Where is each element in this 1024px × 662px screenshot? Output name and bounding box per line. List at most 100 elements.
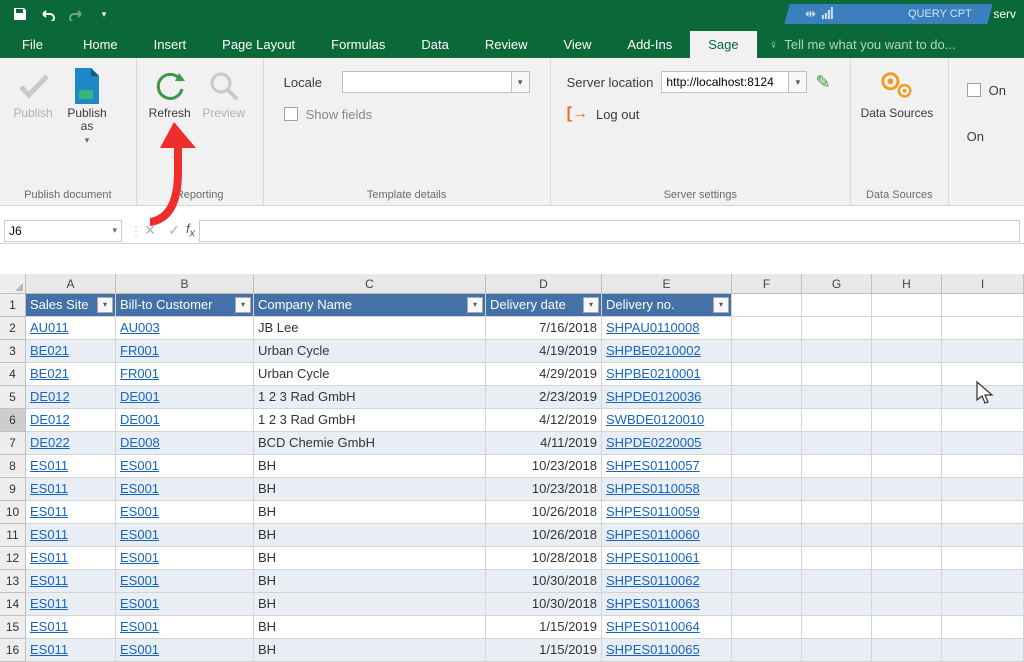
sales-site-cell[interactable]: ES011 bbox=[26, 593, 116, 616]
sales-site-cell[interactable]: AU011 bbox=[26, 317, 116, 340]
delivery-date-cell[interactable]: 1/15/2019 bbox=[486, 639, 602, 662]
empty-cell[interactable] bbox=[732, 639, 802, 662]
name-box-dropdown-icon[interactable]: ▾ bbox=[112, 225, 117, 236]
col-header-g[interactable]: G bbox=[802, 274, 872, 293]
col-header-e[interactable]: E bbox=[602, 274, 732, 293]
delivery-no-cell[interactable]: SHPES0110057 bbox=[602, 455, 732, 478]
delivery-no-cell[interactable]: SWBDE0120010 bbox=[602, 409, 732, 432]
delivery-date-cell[interactable]: 10/23/2018 bbox=[486, 478, 602, 501]
sales-site-cell[interactable]: ES011 bbox=[26, 478, 116, 501]
empty-cell[interactable] bbox=[872, 547, 942, 570]
bill-to-customer-cell[interactable]: ES001 bbox=[116, 501, 254, 524]
delivery-date-cell[interactable]: 2/23/2019 bbox=[486, 386, 602, 409]
delivery-no-cell[interactable]: SHPES0110058 bbox=[602, 478, 732, 501]
table-header-c[interactable]: Company Name▾ bbox=[254, 294, 486, 317]
empty-cell[interactable] bbox=[802, 639, 872, 662]
empty-cell[interactable] bbox=[942, 570, 1024, 593]
empty-cell[interactable] bbox=[872, 478, 942, 501]
tab-data[interactable]: Data bbox=[403, 31, 466, 58]
empty-cell[interactable] bbox=[732, 616, 802, 639]
empty-cell[interactable] bbox=[942, 593, 1024, 616]
tell-me[interactable]: ♀ Tell me what you want to do... bbox=[757, 31, 968, 58]
col-header-f[interactable]: F bbox=[732, 274, 802, 293]
bill-to-customer-cell[interactable]: ES001 bbox=[116, 478, 254, 501]
sales-site-cell[interactable]: BE021 bbox=[26, 340, 116, 363]
row-header[interactable]: 2 bbox=[0, 317, 26, 340]
bill-to-customer-cell[interactable]: FR001 bbox=[116, 340, 254, 363]
company-name-cell[interactable]: 1 2 3 Rad GmbH bbox=[254, 409, 486, 432]
delivery-no-cell[interactable]: SHPAU0110008 bbox=[602, 317, 732, 340]
locale-dropdown-icon[interactable]: ▾ bbox=[512, 71, 530, 93]
delivery-date-cell[interactable]: 10/26/2018 bbox=[486, 524, 602, 547]
sales-site-cell[interactable]: ES011 bbox=[26, 570, 116, 593]
tab-insert[interactable]: Insert bbox=[136, 31, 205, 58]
sales-site-cell[interactable]: BE021 bbox=[26, 363, 116, 386]
empty-cell[interactable] bbox=[802, 478, 872, 501]
empty-cell[interactable] bbox=[942, 294, 1024, 317]
empty-cell[interactable] bbox=[802, 386, 872, 409]
bill-to-customer-cell[interactable]: FR001 bbox=[116, 363, 254, 386]
empty-cell[interactable] bbox=[872, 616, 942, 639]
col-header-a[interactable]: A bbox=[26, 274, 116, 293]
refresh-button[interactable]: Refresh bbox=[143, 62, 197, 124]
empty-cell[interactable] bbox=[802, 317, 872, 340]
empty-cell[interactable] bbox=[732, 478, 802, 501]
data-sources-button[interactable]: Data Sources bbox=[857, 62, 937, 124]
delivery-date-cell[interactable]: 4/12/2019 bbox=[486, 409, 602, 432]
empty-cell[interactable] bbox=[942, 386, 1024, 409]
delivery-date-cell[interactable]: 7/16/2018 bbox=[486, 317, 602, 340]
empty-cell[interactable] bbox=[732, 524, 802, 547]
empty-cell[interactable] bbox=[872, 317, 942, 340]
empty-cell[interactable] bbox=[802, 363, 872, 386]
tab-review[interactable]: Review bbox=[467, 31, 546, 58]
company-name-cell[interactable]: JB Lee bbox=[254, 317, 486, 340]
delivery-no-cell[interactable]: SHPES0110064 bbox=[602, 616, 732, 639]
company-name-cell[interactable]: BH bbox=[254, 639, 486, 662]
fx-icon[interactable]: fx bbox=[186, 221, 195, 240]
company-name-cell[interactable]: BH bbox=[254, 501, 486, 524]
empty-cell[interactable] bbox=[732, 432, 802, 455]
empty-cell[interactable] bbox=[942, 432, 1024, 455]
empty-cell[interactable] bbox=[732, 340, 802, 363]
tab-pagelayout[interactable]: Page Layout bbox=[204, 31, 313, 58]
empty-cell[interactable] bbox=[732, 409, 802, 432]
undo-icon[interactable] bbox=[36, 2, 60, 26]
bill-to-customer-cell[interactable]: DE001 bbox=[116, 409, 254, 432]
empty-cell[interactable] bbox=[872, 432, 942, 455]
row-header[interactable]: 6 bbox=[0, 409, 26, 432]
sales-site-cell[interactable]: ES011 bbox=[26, 501, 116, 524]
empty-cell[interactable] bbox=[872, 455, 942, 478]
empty-cell[interactable] bbox=[732, 363, 802, 386]
empty-cell[interactable] bbox=[942, 340, 1024, 363]
empty-cell[interactable] bbox=[802, 455, 872, 478]
delivery-no-cell[interactable]: SHPES0110063 bbox=[602, 593, 732, 616]
company-name-cell[interactable]: BH bbox=[254, 616, 486, 639]
col-header-b[interactable]: B bbox=[116, 274, 254, 293]
empty-cell[interactable] bbox=[802, 547, 872, 570]
empty-cell[interactable] bbox=[802, 501, 872, 524]
row-header[interactable]: 13 bbox=[0, 570, 26, 593]
delivery-no-cell[interactable]: SHPDE0220005 bbox=[602, 432, 732, 455]
delivery-no-cell[interactable]: SHPES0110062 bbox=[602, 570, 732, 593]
empty-cell[interactable] bbox=[802, 340, 872, 363]
company-name-cell[interactable]: Urban Cycle bbox=[254, 363, 486, 386]
tab-sage[interactable]: Sage bbox=[690, 31, 756, 58]
bill-to-customer-cell[interactable]: ES001 bbox=[116, 524, 254, 547]
sales-site-cell[interactable]: ES011 bbox=[26, 616, 116, 639]
select-all-triangle[interactable] bbox=[0, 274, 26, 293]
delivery-date-cell[interactable]: 4/29/2019 bbox=[486, 363, 602, 386]
empty-cell[interactable] bbox=[872, 409, 942, 432]
table-header-a[interactable]: Sales Site▾ bbox=[26, 294, 116, 317]
filter-dropdown-icon[interactable]: ▾ bbox=[97, 297, 113, 313]
empty-cell[interactable] bbox=[872, 501, 942, 524]
table-header-d[interactable]: Delivery date▾ bbox=[486, 294, 602, 317]
empty-cell[interactable] bbox=[942, 317, 1024, 340]
empty-cell[interactable] bbox=[872, 593, 942, 616]
delivery-date-cell[interactable]: 10/30/2018 bbox=[486, 593, 602, 616]
company-name-cell[interactable]: BH bbox=[254, 570, 486, 593]
empty-cell[interactable] bbox=[872, 570, 942, 593]
pencil-icon[interactable]: ✎ bbox=[815, 72, 830, 93]
tab-formulas[interactable]: Formulas bbox=[313, 31, 403, 58]
empty-cell[interactable] bbox=[872, 639, 942, 662]
empty-cell[interactable] bbox=[732, 317, 802, 340]
